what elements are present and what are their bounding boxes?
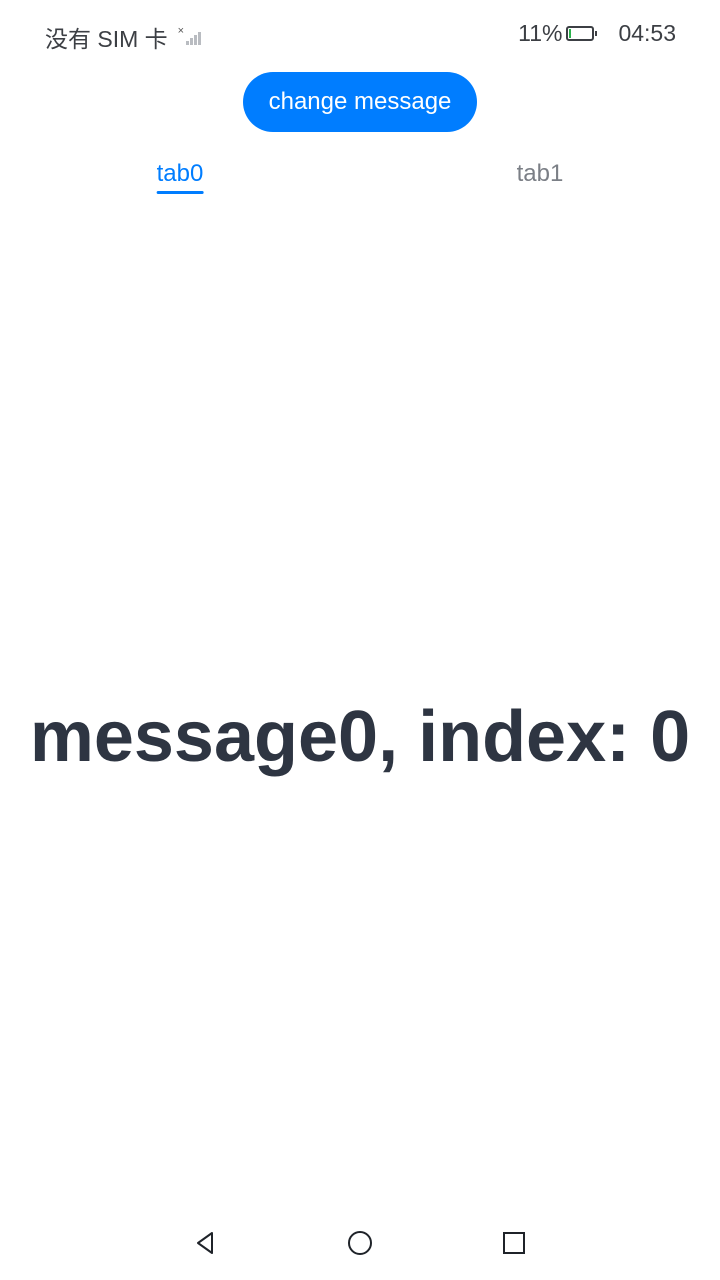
message-text: message0, index: 0	[29, 697, 691, 777]
tab-1[interactable]: tab1	[517, 160, 564, 188]
back-icon[interactable]	[192, 1229, 220, 1257]
tab-indicator	[156, 191, 204, 194]
tab-1-label: tab1	[516, 160, 564, 187]
carrier-status: 没有 SIM 卡 ×	[45, 20, 204, 54]
signal-icon: ×	[178, 25, 204, 47]
battery-percent: 11%	[518, 20, 563, 46]
recent-apps-icon[interactable]	[500, 1229, 528, 1257]
navigation-bar	[0, 1215, 720, 1275]
status-right: 11% 04:53	[518, 20, 676, 47]
tab-0-label: tab0	[156, 160, 204, 187]
clock: 04:53	[618, 20, 676, 46]
home-icon[interactable]	[346, 1229, 374, 1257]
tab-bar: tab0 tab1	[0, 150, 720, 206]
battery-icon	[566, 26, 598, 41]
change-message-button[interactable]: change message	[243, 72, 477, 132]
carrier-label: 没有 SIM 卡	[45, 26, 168, 52]
tab-0[interactable]: tab0	[156, 160, 204, 194]
status-bar: 没有 SIM 卡 × 11% 04:53	[0, 0, 720, 72]
